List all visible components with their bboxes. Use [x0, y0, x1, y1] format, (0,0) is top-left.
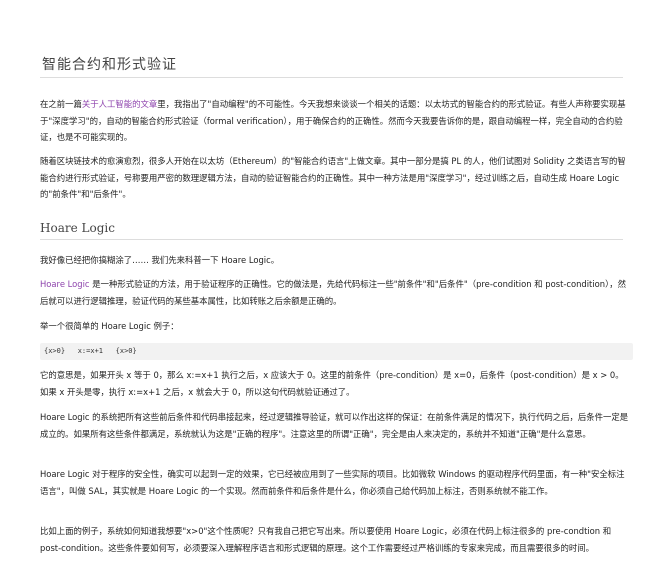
- intro-text-pre: 在之前一篇: [40, 99, 82, 109]
- hoare-definition-text: 是一种形式验证的方法，用于验证程序的正确性。它的做法是，先给代码标注一些"前条件…: [40, 279, 627, 306]
- code-block: {x>0} x:=x+1 {x>0}: [40, 343, 633, 360]
- hoare-logic-link[interactable]: Hoare Logic: [40, 279, 90, 289]
- article-page: 智能合约和形式验证 在之前一篇关于人工智能的文章里，我指出了"自动编程"的不可能…: [0, 0, 672, 578]
- paragraph-annotation-cost: 比如上面的例子，系统如何知道我想要"x>0"这个性质呢？只有我自己把它写出来。所…: [40, 526, 612, 553]
- paragraph-hoare-practice: Hoare Logic 对于程序的安全性，确实可以起到一定的效果，它已经被应用到…: [40, 469, 625, 496]
- paragraph-hoare-definition: Hoare Logic 是一种形式验证的方法，用于验证程序的正确性。它的做法是，…: [40, 276, 630, 309]
- intro-paragraph: 在之前一篇关于人工智能的文章里，我指出了"自动编程"的不可能性。今天我想来谈谈一…: [40, 96, 630, 146]
- title-divider: [40, 77, 623, 78]
- paragraph-blockchain: 随着区块链技术的愈演愈烈，很多人开始在以太坊（Ethereum）的"智能合约语言…: [40, 156, 626, 199]
- page-title: 智能合约和形式验证: [42, 57, 177, 73]
- section-heading-hoare-logic: Hoare Logic: [40, 221, 115, 235]
- paragraph-intro-hoare: 我好像已经把你搞糊涂了…… 我们先来科普一下 Hoare Logic。: [40, 255, 280, 265]
- paragraph-example-intro: 举一个很简单的 Hoare Logic 例子：: [40, 321, 179, 331]
- ai-article-link[interactable]: 关于人工智能的文章: [82, 99, 157, 109]
- paragraph-hoare-system: Hoare Logic 的系统把所有这些前后条件和代码串接起来，经过逻辑推导验证…: [40, 412, 629, 439]
- section-divider: [40, 239, 623, 240]
- paragraph-example-explain: 它的意思是，如果开头 x 等于 0，那么 x:=x+1 执行之后，x 应该大于 …: [40, 370, 624, 397]
